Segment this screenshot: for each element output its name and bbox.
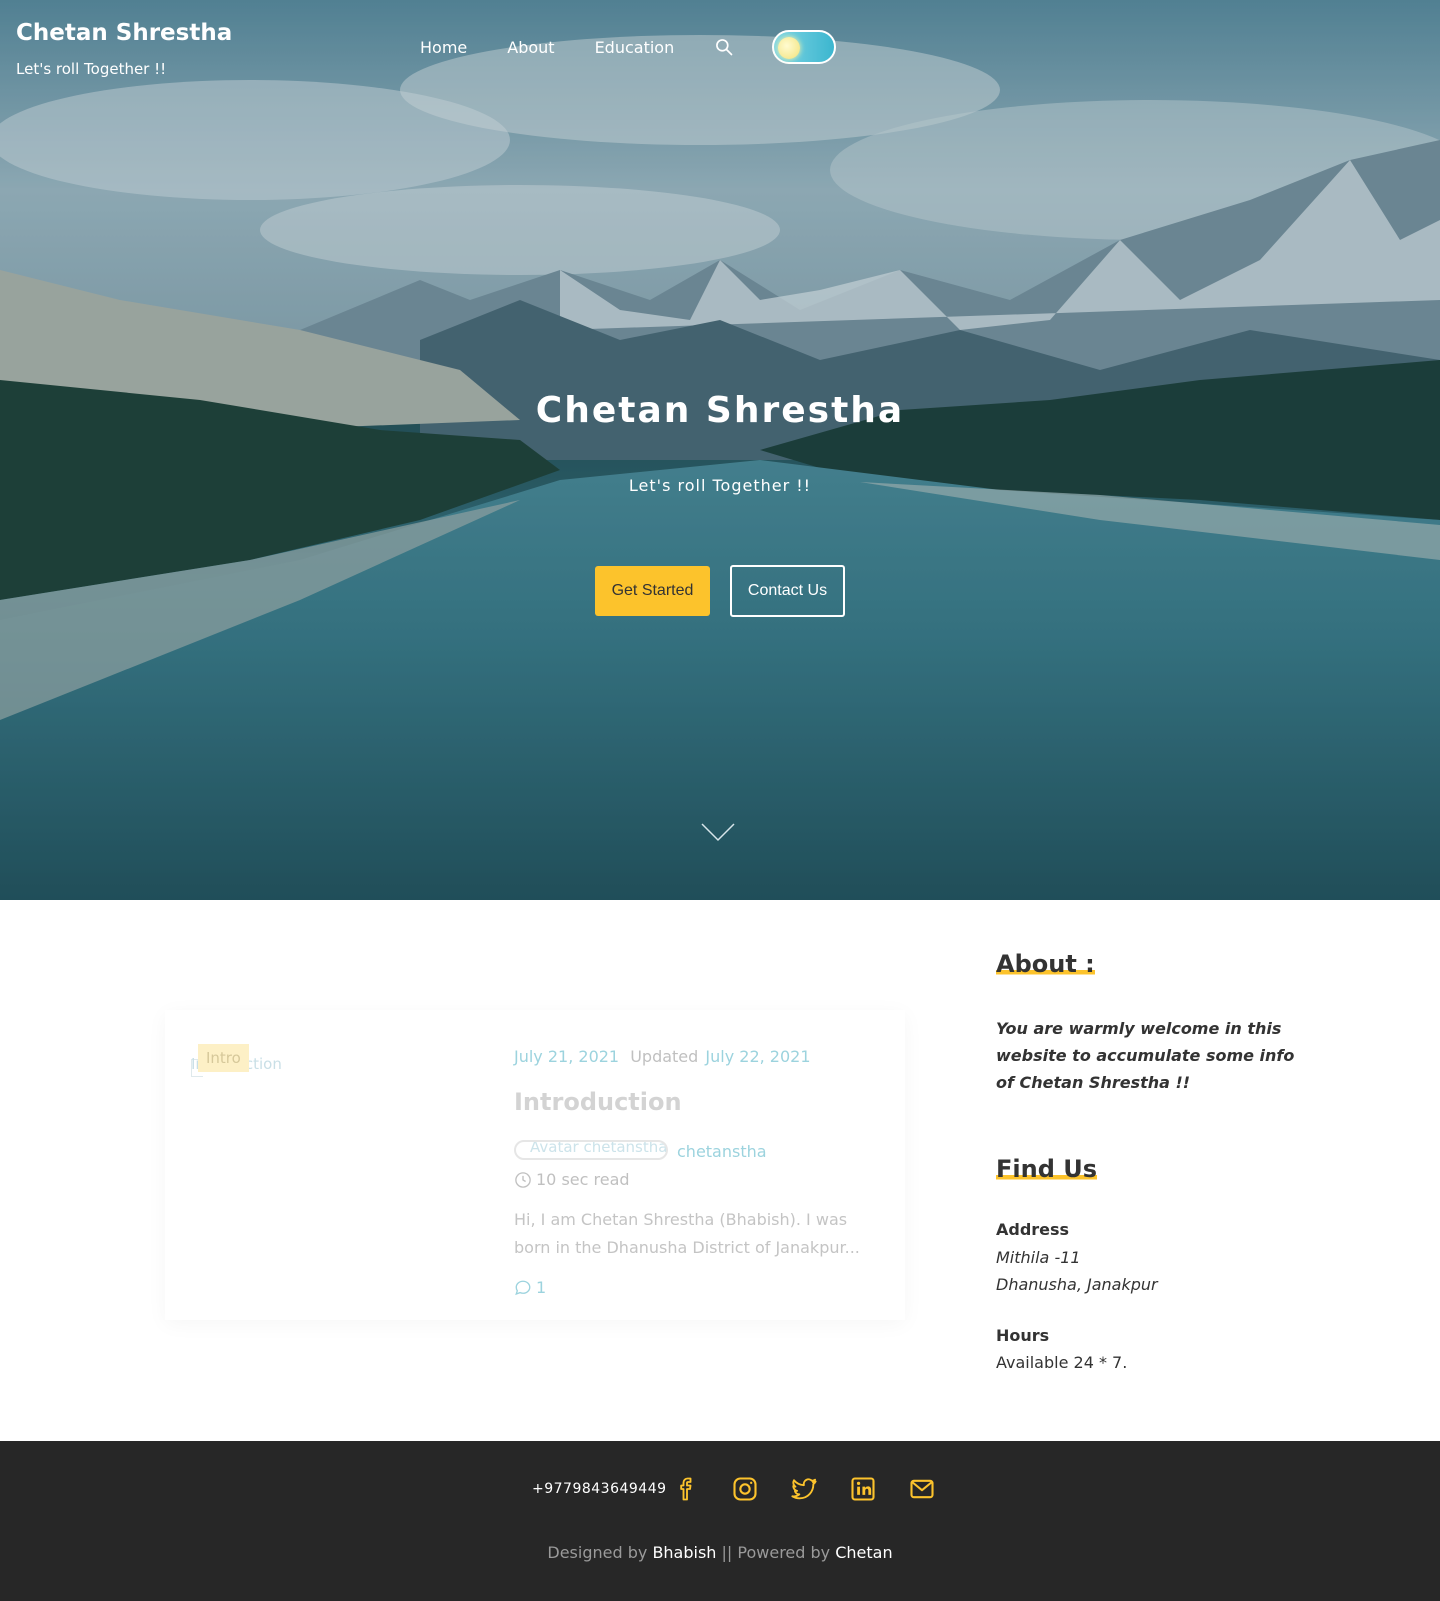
category-badge[interactable]: Intro (198, 1044, 249, 1072)
site-tagline: Let's roll Together !! (16, 60, 167, 78)
twitter-icon[interactable] (790, 1475, 818, 1503)
hours-value: Available 24 * 7. (996, 1353, 1128, 1372)
address-line2: Dhanusha, Janakpur (996, 1275, 1158, 1294)
post-updated-date[interactable]: July 22, 2021 (705, 1047, 810, 1066)
about-heading: About : (996, 950, 1095, 978)
mail-icon[interactable] (908, 1475, 936, 1503)
post-published-date[interactable]: July 21, 2021 (514, 1047, 619, 1066)
address-line1: Mithila -11 (996, 1248, 1081, 1267)
phone-number[interactable]: +9779843649449 (532, 1481, 667, 1497)
designed-by-label: Designed by (547, 1543, 648, 1562)
footer-credits: Designed by Bhabish || Powered by Chetan (0, 1543, 1440, 1562)
search-icon[interactable] (714, 37, 734, 57)
comments-count: 1 (536, 1278, 547, 1297)
contact-us-button[interactable]: Contact Us (730, 565, 845, 617)
post-updated-label: Updated (630, 1047, 699, 1066)
comments-link[interactable]: 1 (514, 1278, 546, 1297)
hero-overlay (0, 0, 1440, 900)
site-title[interactable]: Chetan Shrestha (16, 20, 232, 46)
address-label: Address (996, 1220, 1070, 1239)
hero-section: Chetan Shrestha Let's roll Together !! H… (0, 0, 1440, 900)
get-started-button[interactable]: Get Started (595, 566, 710, 616)
read-time-text: 10 sec read (536, 1170, 630, 1189)
post-author[interactable]: chetanstha (677, 1142, 767, 1161)
read-time: 10 sec read (514, 1170, 630, 1189)
find-us-heading: Find Us (996, 1155, 1098, 1183)
credits-separator: || (721, 1543, 733, 1562)
main-nav: Home About Education (420, 30, 837, 64)
post-title[interactable]: Introduction (514, 1088, 682, 1116)
facebook-icon[interactable] (673, 1475, 701, 1503)
post-excerpt: Hi, I am Chetan Shrestha (Bhabish). I wa… (514, 1210, 860, 1257)
clock-icon (515, 1171, 531, 1188)
powered-by-link[interactable]: Chetan (835, 1543, 892, 1562)
chevron-down-icon[interactable] (700, 822, 736, 842)
hero-subtitle: Let's roll Together !! (628, 476, 812, 495)
nav-item-education[interactable]: Education (595, 38, 675, 57)
instagram-icon[interactable] (731, 1475, 759, 1503)
sun-icon (778, 37, 801, 59)
footer (0, 1441, 1440, 1601)
hours-label: Hours (996, 1326, 1050, 1345)
theme-toggle[interactable] (772, 30, 837, 64)
nav-item-about[interactable]: About (507, 38, 554, 57)
linkedin-icon[interactable] (849, 1475, 877, 1503)
powered-by-label: Powered by (737, 1543, 831, 1562)
about-text: You are warmly welcome in this website t… (996, 1019, 1295, 1092)
avatar[interactable]: Avatar chetanstha (514, 1140, 668, 1160)
hero-title: Chetan Shrestha (535, 390, 905, 431)
post-date: July 21, 2021 Updated July 22, 2021 (514, 1047, 811, 1066)
designer-link[interactable]: Bhabish (652, 1543, 716, 1562)
comment-icon (515, 1280, 531, 1295)
nav-item-home[interactable]: Home (420, 38, 467, 57)
avatar-alt: Avatar chetanstha (530, 1140, 668, 1156)
